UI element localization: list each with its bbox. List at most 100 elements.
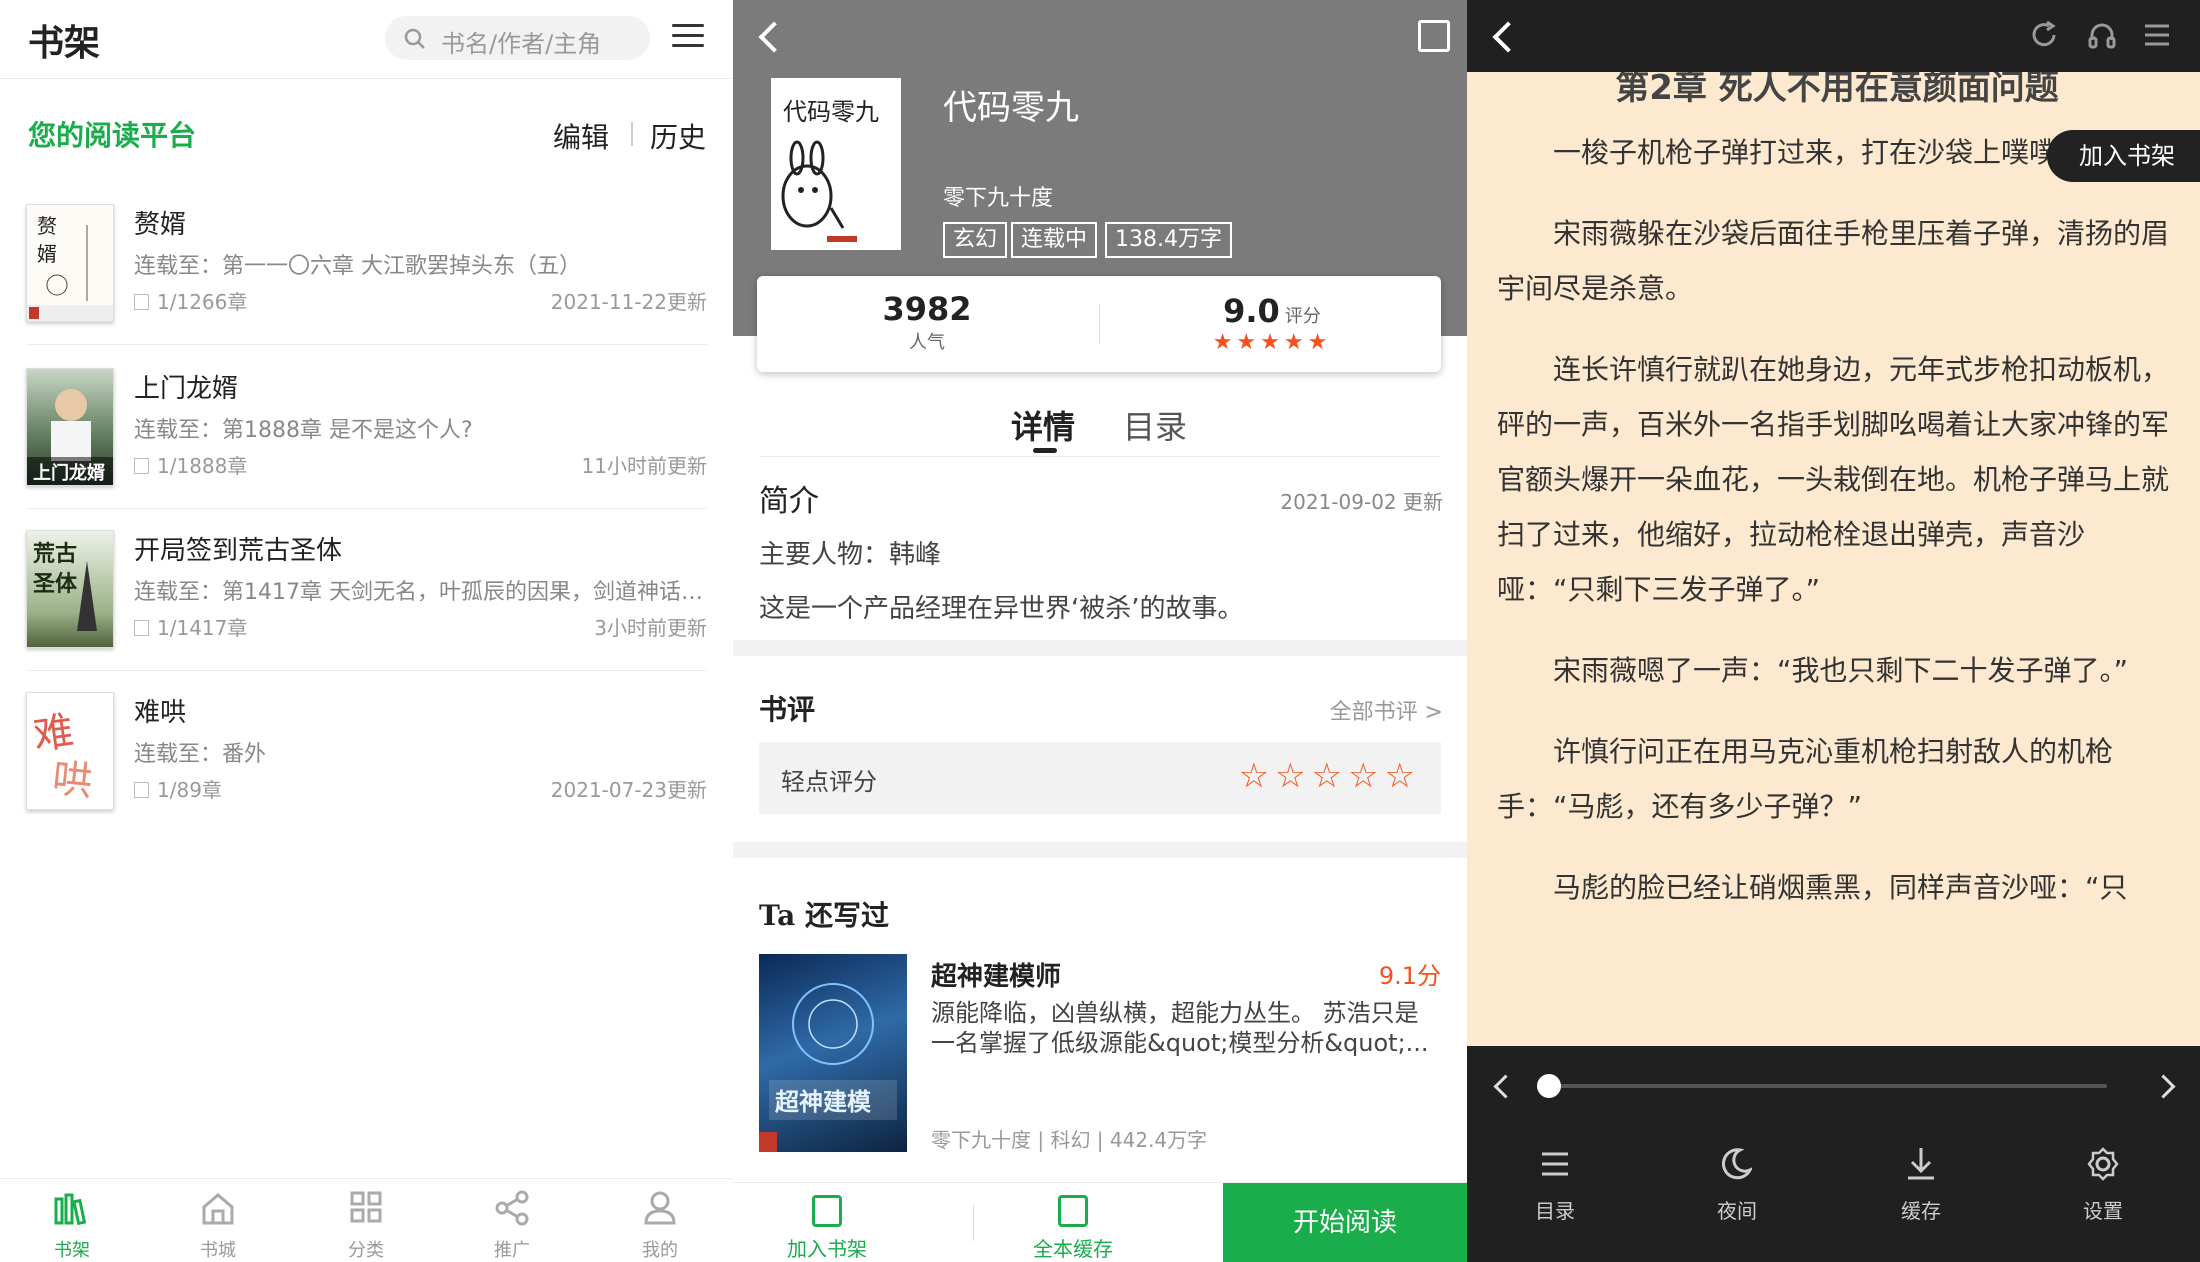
book-progress: 1/1888章 (134, 450, 247, 479)
prev-chapter-icon[interactable] (1493, 1074, 1518, 1099)
header-divider (0, 78, 733, 79)
tab-category[interactable]: 分类 (316, 1189, 416, 1262)
score-stat: 9.0 评分 ★★★★★ (1102, 292, 1442, 355)
tab-bookshelf[interactable]: 书架 (22, 1189, 122, 1262)
list-icon (1542, 1152, 1568, 1176)
detail-bottom-bar: 加入书架 全本缓存 开始阅读 (733, 1182, 1467, 1262)
also-wrote-heading: Ta 还写过 (759, 899, 890, 932)
tab-label: 我的 (642, 1240, 678, 1261)
book-updated: 11小时前更新 (581, 454, 707, 478)
gear-icon (2087, 1147, 2119, 1181)
night-mode-label: 夜间 (1717, 1199, 1757, 1223)
review-heading: 书评 (759, 693, 816, 726)
edit-button[interactable]: 编辑 (553, 116, 609, 156)
night-mode-button[interactable]: 夜间 (1677, 1146, 1797, 1224)
bottom-tab-bar: 书架 书城 分类 推广 我的 (0, 1178, 733, 1262)
reader-bottom-bar: 目录 夜间 缓存 设置 (1467, 1046, 2200, 1262)
book-cover: 上门龙婿 (26, 368, 114, 486)
list-item[interactable]: 上门龙婿 上门龙婿 连载至：第1888章 是不是这个人? 1/1888章 11小… (0, 368, 733, 528)
history-button[interactable]: 历史 (650, 116, 706, 156)
tab-promote[interactable]: 推广 (462, 1189, 562, 1262)
list-item[interactable]: 难哄 难哄 连载至：番外 1/89章 2021-07-23更新 (0, 692, 733, 852)
rec-book-title[interactable]: 超神建模师 (931, 956, 1061, 993)
book-title: 赘婿 (134, 210, 187, 240)
progress-knob[interactable] (1537, 1074, 1561, 1098)
rate-stars[interactable]: ☆☆☆☆☆ (1239, 756, 1421, 796)
progress-slider[interactable] (1537, 1074, 2107, 1098)
tab-detail[interactable]: 详情 (1011, 402, 1075, 448)
search-input[interactable]: 书名/作者/主角 (385, 16, 650, 60)
list-item[interactable]: 荒古 圣体 开局签到荒古圣体 连载至：第1417章 天剑无名，叶孤辰的因果，剑道神… (0, 530, 733, 690)
paragraph: 马彪的脸已经让硝烟熏黑，同样声音沙哑：“只 (1553, 871, 2128, 904)
tab-bookstore[interactable]: 书城 (168, 1189, 268, 1262)
download-icon (1058, 1195, 1088, 1227)
divider (1099, 304, 1100, 344)
list-item[interactable]: 赘婿 赘婿 连载至：第一一〇六章 大江歌罢掉头东（五） 1/1266章 2021… (0, 204, 733, 364)
section-gap (733, 640, 1467, 656)
bookmark-icon (134, 458, 149, 474)
paragraph: 许慎行问正在用马克沁重机枪扫射敌人的机枪手：“马彪，还有多少子弹？” (1497, 735, 2114, 823)
settings-button[interactable]: 设置 (2043, 1146, 2163, 1224)
tag-status: 连载中 (1011, 222, 1098, 258)
cache-button[interactable]: 缓存 (1861, 1146, 1981, 1224)
menu-icon[interactable] (672, 24, 704, 50)
rec-book-meta: 零下九十度 | 科幻 | 442.4万字 (931, 1128, 1208, 1152)
search-icon (404, 28, 425, 49)
next-chapter-icon[interactable] (2151, 1074, 2176, 1099)
menu-icon[interactable] (2143, 22, 2171, 48)
score-value: 9.0 (1223, 292, 1280, 330)
row-divider (26, 508, 707, 509)
rate-label: 轻点评分 (781, 768, 877, 796)
tag-wordcount: 138.4万字 (1105, 222, 1232, 258)
book-author[interactable]: 零下九十度 (943, 180, 1053, 212)
intro-date: 2021-09-02 更新 (1280, 490, 1443, 514)
search-placeholder: 书名/作者/主角 (441, 30, 602, 58)
headphones-icon[interactable] (2087, 20, 2117, 50)
all-reviews-link[interactable]: 全部书评 > (1330, 694, 1443, 726)
grid-icon (350, 1191, 382, 1223)
tag-genre[interactable]: 玄幻 (943, 222, 1008, 258)
tab-label: 推广 (494, 1240, 530, 1261)
divider (973, 1205, 974, 1241)
tab-label: 书架 (54, 1240, 90, 1261)
svg-text:赘: 赘 (37, 214, 57, 238)
moon-icon (1721, 1148, 1754, 1180)
cache-all-button[interactable]: 全本缓存 (983, 1195, 1163, 1262)
book-cover: 代码零九 (771, 78, 901, 250)
add-shelf-button[interactable]: 加入书架 (737, 1195, 917, 1262)
rating-box: 轻点评分 ☆☆☆☆☆ (759, 742, 1441, 814)
popularity-label: 人气 (909, 332, 945, 353)
platform-label: 您的阅读平台 (28, 119, 197, 152)
book-cover: 赘婿 (26, 204, 114, 322)
reader-top-bar (1467, 0, 2200, 72)
intro-heading: 简介 (759, 484, 819, 519)
share-icon[interactable] (1418, 20, 1450, 52)
score-label: 评分 (1284, 306, 1321, 327)
settings-label: 设置 (2083, 1199, 2123, 1223)
book-progress: 1/1417章 (134, 612, 247, 641)
book-detail-panel: 代码零九 代码零九 零下九十度 玄幻 连载中 138.4万字 3982 人气 9… (733, 0, 1467, 1262)
add-shelf-button[interactable]: 加入书架 (2047, 130, 2200, 182)
start-reading-button[interactable]: 开始阅读 (1223, 1183, 1467, 1262)
score-stars: ★★★★★ (1212, 330, 1332, 355)
rec-book-cover[interactable]: 超神建模 (759, 954, 907, 1152)
refresh-icon[interactable] (2029, 20, 2059, 50)
tab-catalog[interactable]: 目录 (1123, 402, 1187, 448)
tab-profile[interactable]: 我的 (610, 1189, 710, 1262)
book-status: 连载至：番外 (134, 742, 267, 767)
book-title: 上门龙婿 (134, 374, 239, 404)
book-updated: 2021-07-23更新 (550, 778, 707, 802)
book-cover: 难哄 (26, 692, 114, 810)
rec-book-desc: 源能降临，凶兽纵横，超能力丛生。 苏浩只是一名掌握了低级源能&quot;模型分析… (931, 999, 1429, 1057)
rec-book-score: 9.1分 (1378, 962, 1441, 990)
catalog-button[interactable]: 目录 (1495, 1146, 1615, 1224)
book-title: 代码零九 (943, 88, 1079, 128)
book-updated: 3小时前更新 (594, 616, 707, 640)
share-icon (495, 1190, 529, 1226)
bookshelf-add-icon (812, 1195, 842, 1227)
back-icon[interactable] (1492, 21, 1524, 53)
svg-text:难: 难 (31, 708, 77, 759)
tab-indicator (1033, 448, 1057, 453)
bookmark-icon (134, 294, 149, 310)
reader-panel: 第2章 死人不用在意颜面问题 一梭子机枪子弹打过来，打在沙袋上噗噗作响。 宋雨薇… (1467, 0, 2200, 1262)
